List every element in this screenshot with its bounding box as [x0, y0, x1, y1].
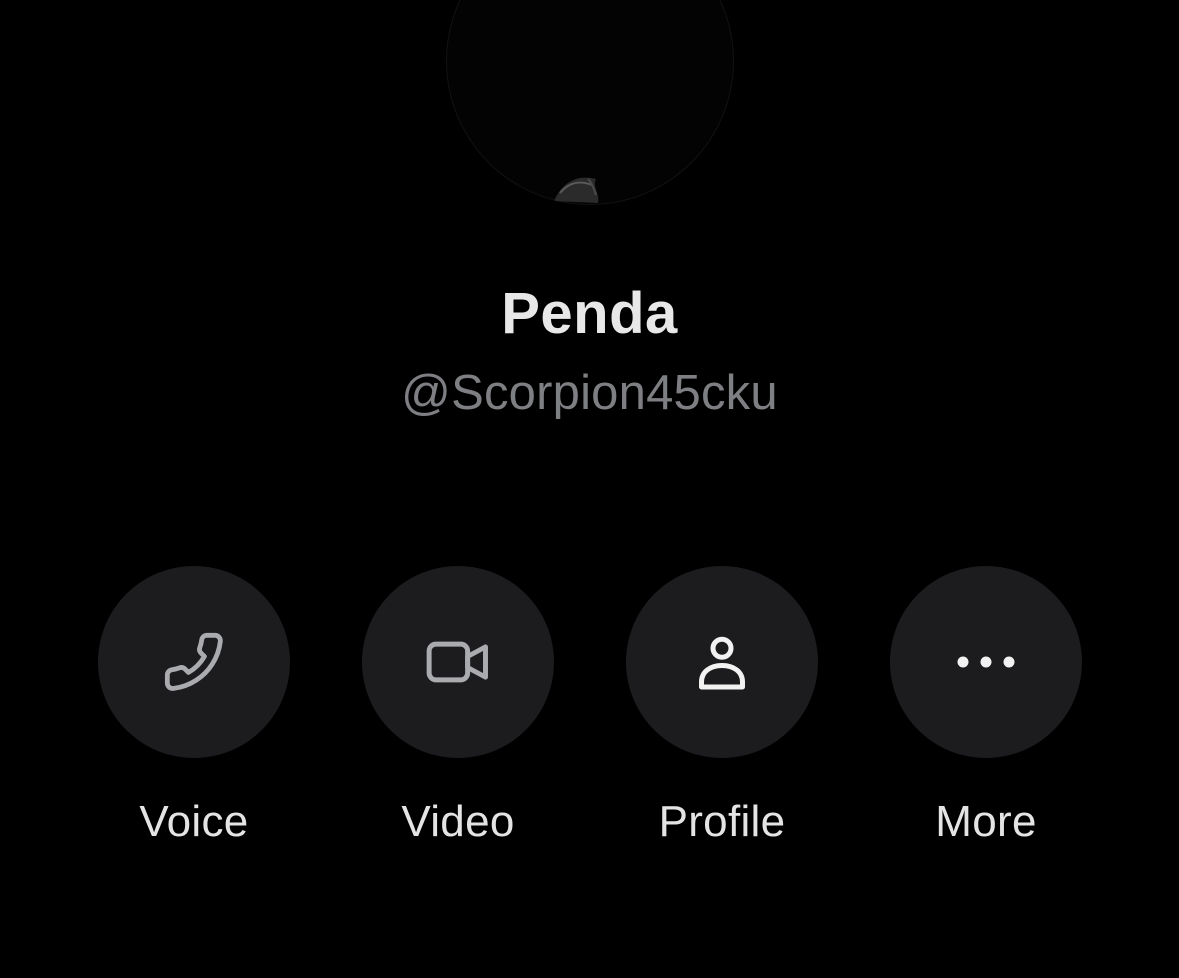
avatar[interactable]: [446, 0, 734, 205]
profile-username: @Scorpion45cku: [401, 366, 778, 420]
more-circle[interactable]: [890, 566, 1082, 758]
voice-label: Voice: [139, 797, 249, 846]
video-camera-icon: [426, 641, 488, 683]
video-call-button[interactable]: Video: [362, 566, 554, 856]
phone-icon: [164, 632, 223, 691]
profile-label: Profile: [658, 797, 786, 846]
profile-button[interactable]: Profile: [626, 566, 818, 856]
profile-circle[interactable]: [626, 566, 818, 758]
voice-call-button[interactable]: Voice: [98, 566, 290, 856]
more-button[interactable]: More: [890, 566, 1082, 856]
video-call-circle[interactable]: [362, 566, 554, 758]
avatar-image: [554, 177, 599, 203]
voice-call-circle[interactable]: [98, 566, 290, 758]
profile-display-name: Penda: [501, 281, 678, 346]
ellipsis-icon: [957, 656, 1015, 668]
more-label: More: [935, 797, 1037, 846]
video-label: Video: [401, 797, 515, 846]
person-icon: [699, 636, 745, 690]
